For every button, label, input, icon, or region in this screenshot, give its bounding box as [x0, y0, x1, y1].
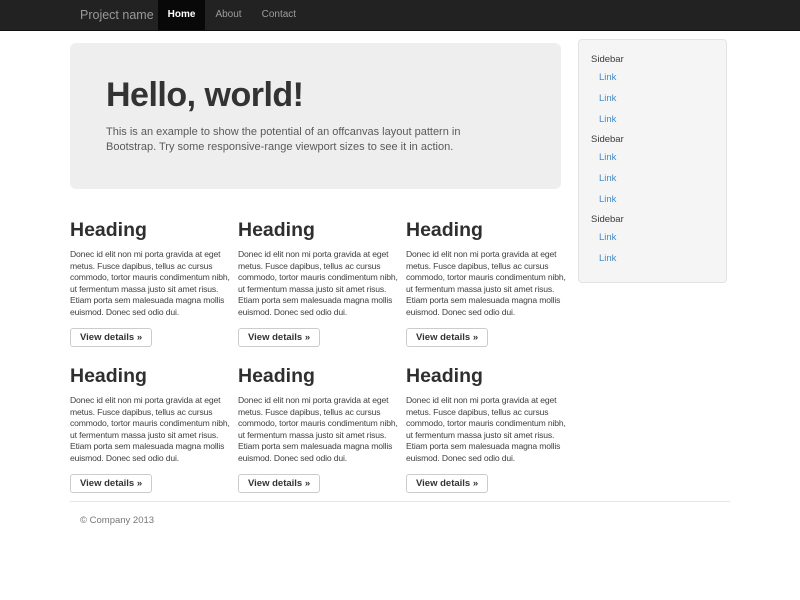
top-navbar: Project name HomeAboutContact [0, 0, 800, 31]
main-container: Hello, world! This is an example to show… [70, 31, 730, 493]
card-row-1: HeadingDonec id elit non mi porta gravid… [70, 189, 561, 347]
card-button-row: View details » [70, 473, 232, 493]
card-heading: Heading [238, 363, 400, 389]
card-grid: HeadingDonec id elit non mi porta gravid… [70, 189, 561, 493]
card-1-2: Heading Donec id elit non mi porta gravid… [238, 189, 400, 347]
card-2-1: Heading Donec id elit non mi porta gravid… [70, 347, 232, 493]
card-2-2: Heading Donec id elit non mi porta gravid… [238, 347, 400, 493]
card-button-row: View details » [70, 327, 232, 347]
card-1-3: Heading Donec id elit non mi porta gravid… [406, 189, 568, 347]
card-body-text: Donec id elit non mi porta gravida at eg… [406, 249, 566, 318]
nav-item-about[interactable]: About [205, 0, 251, 30]
card-body-text: Donec id elit non mi porta gravida at eg… [238, 395, 398, 464]
card-button-row: View details » [406, 473, 568, 493]
sidebar-group-header-3: Sidebar [579, 210, 726, 227]
view-details-button[interactable]: View details » [238, 328, 320, 347]
navbar-brand[interactable]: Project name [70, 0, 157, 30]
card-row-2: HeadingDonec id elit non mi porta gravid… [70, 347, 561, 493]
view-details-button[interactable]: View details » [70, 328, 152, 347]
sidebar-well: SidebarLinkLinkLinkSidebarLinkLinkLinkSi… [578, 39, 727, 283]
card-heading: Heading [70, 217, 232, 243]
card-heading: Heading [406, 363, 568, 389]
main-content: Hello, world! This is an example to show… [70, 39, 561, 493]
card-heading: Heading [238, 217, 400, 243]
card-heading: Heading [406, 217, 568, 243]
sidebar-link-3-1[interactable]: Link [579, 227, 726, 248]
view-details-button[interactable]: View details » [406, 474, 488, 493]
sidebar-link-2-1[interactable]: Link [579, 147, 726, 168]
sidebar-group-header-2: Sidebar [579, 130, 726, 147]
sidebar-link-2-2[interactable]: Link [579, 168, 726, 189]
card-button-row: View details » [406, 327, 568, 347]
card-button-row: View details » [238, 473, 400, 493]
view-details-button[interactable]: View details » [70, 474, 152, 493]
footer: © Company 2013 [70, 501, 730, 526]
card-body-text: Donec id elit non mi porta gravida at eg… [406, 395, 566, 464]
jumbotron-description: This is an example to show the potential… [106, 125, 502, 155]
navbar-container: Project name HomeAboutContact [70, 0, 730, 30]
sidebar-link-3-2[interactable]: Link [579, 248, 726, 269]
sidebar-group-header-1: Sidebar [579, 50, 726, 67]
nav-item-contact[interactable]: Contact [252, 0, 306, 30]
footer-copyright: © Company 2013 [70, 502, 730, 526]
card-1-1: Heading Donec id elit non mi porta gravid… [70, 189, 232, 347]
sidebar-link-1-1[interactable]: Link [579, 67, 726, 88]
sidebar-link-1-3[interactable]: Link [579, 109, 726, 130]
navbar-menu: HomeAboutContact [158, 0, 306, 30]
card-body-text: Donec id elit non mi porta gravida at eg… [70, 249, 230, 318]
view-details-button[interactable]: View details » [406, 328, 488, 347]
card-heading: Heading [70, 363, 232, 389]
card-body-text: Donec id elit non mi porta gravida at eg… [238, 249, 398, 318]
sidebar-link-2-3[interactable]: Link [579, 189, 726, 210]
view-details-button[interactable]: View details » [238, 474, 320, 493]
nav-item-home[interactable]: Home [158, 0, 206, 30]
card-body-text: Donec id elit non mi porta gravida at eg… [70, 395, 230, 464]
jumbotron: Hello, world! This is an example to show… [70, 43, 561, 189]
card-2-3: Heading Donec id elit non mi porta gravid… [406, 347, 568, 493]
card-button-row: View details » [238, 327, 400, 347]
jumbotron-title: Hello, world! [106, 73, 525, 117]
sidebar-link-1-2[interactable]: Link [579, 88, 726, 109]
